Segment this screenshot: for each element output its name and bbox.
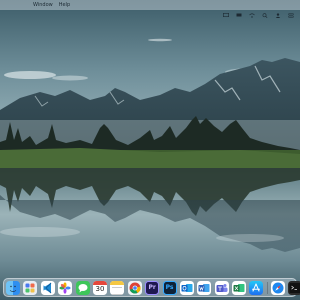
menu-bar: Window Help bbox=[0, 0, 300, 18]
word-icon[interactable] bbox=[197, 280, 212, 295]
user-icon[interactable] bbox=[275, 3, 281, 18]
menu-help[interactable]: Help bbox=[56, 0, 73, 10]
photoshop-label: Ps bbox=[165, 284, 174, 291]
notes-icon[interactable] bbox=[110, 280, 125, 295]
photoshop-icon[interactable]: Ps bbox=[162, 280, 177, 295]
teams-icon[interactable] bbox=[214, 280, 229, 295]
messages-icon[interactable] bbox=[75, 280, 90, 295]
premiere-icon[interactable]: Pr bbox=[145, 280, 160, 295]
calendar-icon[interactable]: 30 bbox=[92, 280, 107, 295]
launchpad-icon[interactable] bbox=[23, 280, 38, 295]
vscode-icon[interactable] bbox=[40, 280, 55, 295]
desktop-wallpaper bbox=[0, 0, 300, 300]
excel-icon[interactable] bbox=[232, 280, 247, 295]
calendar-day: 30 bbox=[95, 285, 105, 293]
control-center-icon[interactable] bbox=[288, 3, 294, 18]
notes-header bbox=[110, 280, 125, 285]
terminal-icon[interactable] bbox=[288, 280, 300, 295]
status-menus bbox=[223, 0, 294, 18]
screen-mirroring-icon[interactable] bbox=[223, 3, 230, 17]
search-icon[interactable] bbox=[262, 3, 268, 18]
menu-window[interactable]: Window bbox=[30, 0, 56, 10]
outlook-icon[interactable] bbox=[179, 280, 194, 295]
wifi-icon[interactable] bbox=[249, 3, 255, 18]
display-icon[interactable] bbox=[236, 3, 242, 16]
desktop: Window Help 30 Pr Ps bbox=[0, 0, 300, 300]
premiere-label: Pr bbox=[148, 284, 156, 291]
photos-icon[interactable] bbox=[58, 280, 73, 295]
chrome-icon[interactable] bbox=[127, 280, 142, 295]
notes-lines bbox=[112, 286, 123, 295]
finder-icon[interactable] bbox=[6, 280, 20, 295]
dock: 30 Pr Ps bbox=[3, 278, 300, 297]
safari-icon[interactable] bbox=[270, 280, 285, 295]
app-store-icon[interactable] bbox=[249, 280, 264, 295]
dock-separator bbox=[266, 281, 268, 294]
